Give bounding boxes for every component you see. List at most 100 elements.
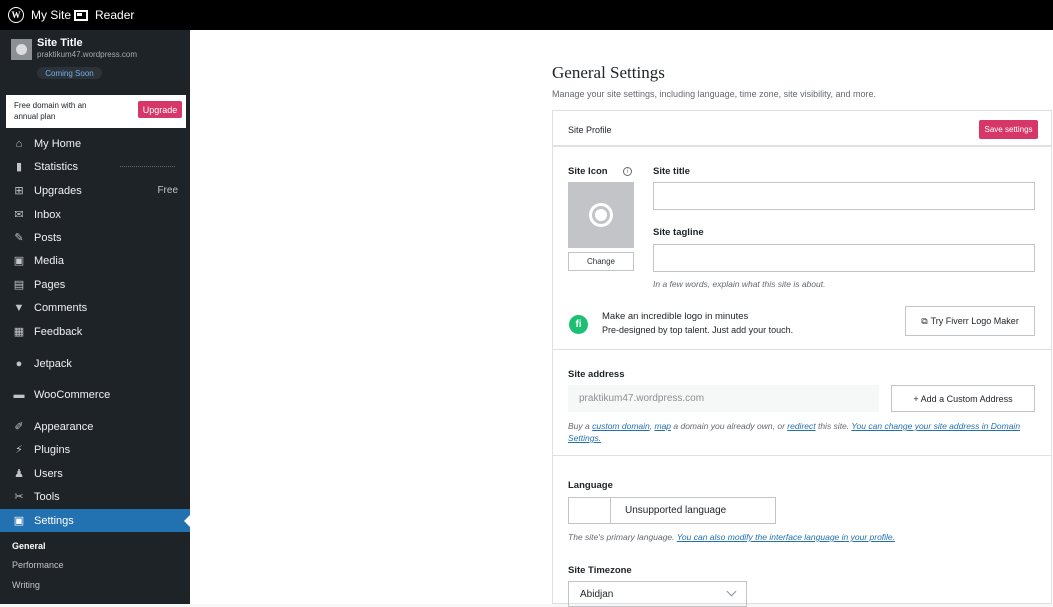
hint-text: a domain you already own, or xyxy=(671,421,788,431)
sidebar-item-label: Feedback xyxy=(34,325,83,338)
site-tagline-label: Site tagline xyxy=(653,227,704,238)
user-icon: ♟ xyxy=(14,468,24,480)
sidebar-item-tools[interactable]: ✂ Tools xyxy=(0,485,190,508)
sidebar-item-label: Media xyxy=(34,254,64,267)
free-badge: Free xyxy=(157,185,178,196)
home-icon: ⌂ xyxy=(15,137,23,150)
reader-label: Reader xyxy=(95,8,135,22)
site-icon xyxy=(11,39,32,60)
site-profile-header: Site Profile Save settings xyxy=(552,110,1052,146)
wrench-icon: ✂ xyxy=(14,491,24,503)
language-select[interactable]: Unsupported language xyxy=(610,497,776,524)
sidebar-item-label: My Home xyxy=(34,137,82,150)
submenu-general[interactable]: General xyxy=(12,541,46,551)
sidebar-item-feedback[interactable]: ▦ Feedback xyxy=(0,320,190,343)
sidebar-item-posts[interactable]: ✎ Posts xyxy=(0,226,190,249)
plug-icon: ⚡ xyxy=(15,444,23,456)
reader-icon xyxy=(74,9,88,21)
submenu-writing[interactable]: Writing xyxy=(12,580,40,590)
site-url: praktikum47.wordpress.com xyxy=(37,50,138,59)
language-label: Language xyxy=(568,480,613,491)
reader-link[interactable]: Reader xyxy=(74,0,134,30)
site-tagline-input[interactable] xyxy=(653,244,1035,272)
feedback-icon: ▦ xyxy=(13,326,25,338)
divider xyxy=(553,455,1051,456)
hint-text: The site's primary language. xyxy=(568,532,677,542)
page-icon: ▤ xyxy=(13,279,25,291)
redirect-link[interactable]: redirect xyxy=(787,421,815,431)
page-title: General Settings xyxy=(552,63,665,82)
site-title: Site Title xyxy=(37,37,83,49)
stats-sparkline xyxy=(120,166,175,167)
site-icon-preview[interactable] xyxy=(568,182,634,248)
sidebar-item-jetpack[interactable]: ● Jetpack xyxy=(0,352,190,375)
upgrade-button[interactable]: Upgrade xyxy=(138,101,182,118)
bar-chart-icon: ▮ xyxy=(15,161,23,173)
sidebar-item-woocommerce[interactable]: ▬ WooCommerce xyxy=(0,383,190,406)
save-settings-button[interactable]: Save settings xyxy=(979,120,1038,139)
site-title-label: Site title xyxy=(653,166,690,177)
info-icon[interactable]: i xyxy=(623,167,632,176)
tagline-hint: In a few words, explain what this site i… xyxy=(653,279,826,289)
external-link-icon: ⧉ xyxy=(921,315,928,326)
add-custom-address-button[interactable]: + Add a Custom Address xyxy=(891,385,1035,412)
media-icon: ▣ xyxy=(13,255,25,267)
sidebar-item-upgrades[interactable]: ⊞ Upgrades Free xyxy=(0,179,190,202)
sidebar-item-comments[interactable]: ▼ Comments xyxy=(0,296,190,319)
promo-text: Free domain with an annual plan xyxy=(14,101,87,121)
map-domain-link[interactable]: map xyxy=(654,421,671,431)
timezone-select[interactable]: Abidjan xyxy=(568,581,747,607)
sidebar-item-media[interactable]: ▣ Media xyxy=(0,249,190,272)
site-address-field: praktikum47.wordpress.com xyxy=(568,385,879,412)
site-card[interactable]: Site Title praktikum47.wordpress.com Com… xyxy=(0,30,190,86)
timezone-value: Abidjan xyxy=(580,588,614,600)
my-site-label: My Site xyxy=(31,8,72,22)
globe-icon xyxy=(589,203,613,227)
chevron-down-icon xyxy=(726,586,737,597)
sidebar-item-my-home[interactable]: ⌂ My Home xyxy=(0,132,190,155)
fiverr-subtitle: Pre-designed by top talent. Just add you… xyxy=(602,325,794,335)
top-bar: W My Site Reader xyxy=(0,0,1053,30)
main-content: General Settings Manage your site settin… xyxy=(190,30,1053,607)
fiverr-button-label: Try Fiverr Logo Maker xyxy=(930,316,1019,326)
sidebar-item-plugins[interactable]: ⚡ Plugins xyxy=(0,438,190,461)
site-title-input[interactable] xyxy=(653,182,1035,210)
custom-domain-link[interactable]: custom domain xyxy=(592,421,650,431)
sidebar-item-inbox[interactable]: ✉ Inbox xyxy=(0,203,190,226)
mail-icon: ✉ xyxy=(14,209,24,221)
sidebar-item-label: Upgrades xyxy=(34,184,82,197)
hint-text: this site. xyxy=(815,421,852,431)
status-badge: Coming Soon xyxy=(37,67,102,79)
language-flag-box[interactable] xyxy=(568,497,611,524)
wordpress-logo-icon: W xyxy=(8,7,24,23)
my-site-link[interactable]: W My Site xyxy=(8,0,71,30)
fiverr-logo-maker-button[interactable]: ⧉ Try Fiverr Logo Maker xyxy=(905,306,1035,336)
sidebar-item-label: Appearance xyxy=(34,420,94,433)
profile-language-link[interactable]: You can also modify the interface langua… xyxy=(677,532,895,542)
cart-icon: ⊞ xyxy=(14,185,24,197)
jetpack-icon: ● xyxy=(15,357,23,370)
sidebar-item-pages[interactable]: ▤ Pages xyxy=(0,273,190,296)
sidebar: Site Title praktikum47.wordpress.com Com… xyxy=(0,30,190,604)
sidebar-item-statistics[interactable]: ▮ Statistics xyxy=(0,155,190,178)
sidebar-item-users[interactable]: ♟ Users xyxy=(0,462,190,485)
sidebar-item-label: Comments xyxy=(34,301,88,314)
brush-icon: ✐ xyxy=(14,421,24,433)
sidebar-item-label: Settings xyxy=(34,514,74,527)
change-icon-button[interactable]: Change xyxy=(568,252,634,271)
sidebar-item-label: Pages xyxy=(34,278,66,291)
submenu-performance[interactable]: Performance xyxy=(12,560,64,570)
fiverr-logo-icon: fi xyxy=(569,315,588,334)
hint-text: Buy a xyxy=(568,421,593,431)
sidebar-item-label: Tools xyxy=(34,490,60,503)
sidebar-item-appearance[interactable]: ✐ Appearance xyxy=(0,415,190,438)
sidebar-item-settings[interactable]: ▣ Settings xyxy=(0,509,190,532)
upgrade-promo: Free domain with an annual plan Upgrade xyxy=(6,95,186,128)
site-profile-heading: Site Profile xyxy=(568,125,612,135)
sidebar-item-label: Jetpack xyxy=(34,357,72,370)
sidebar-item-label: Plugins xyxy=(34,443,71,456)
settings-card: Site Icon i Change Site title Site tagli… xyxy=(552,146,1052,607)
site-address-label: Site address xyxy=(568,369,625,380)
settings-icon: ▣ xyxy=(13,515,25,527)
sidebar-item-label: Posts xyxy=(34,231,62,244)
